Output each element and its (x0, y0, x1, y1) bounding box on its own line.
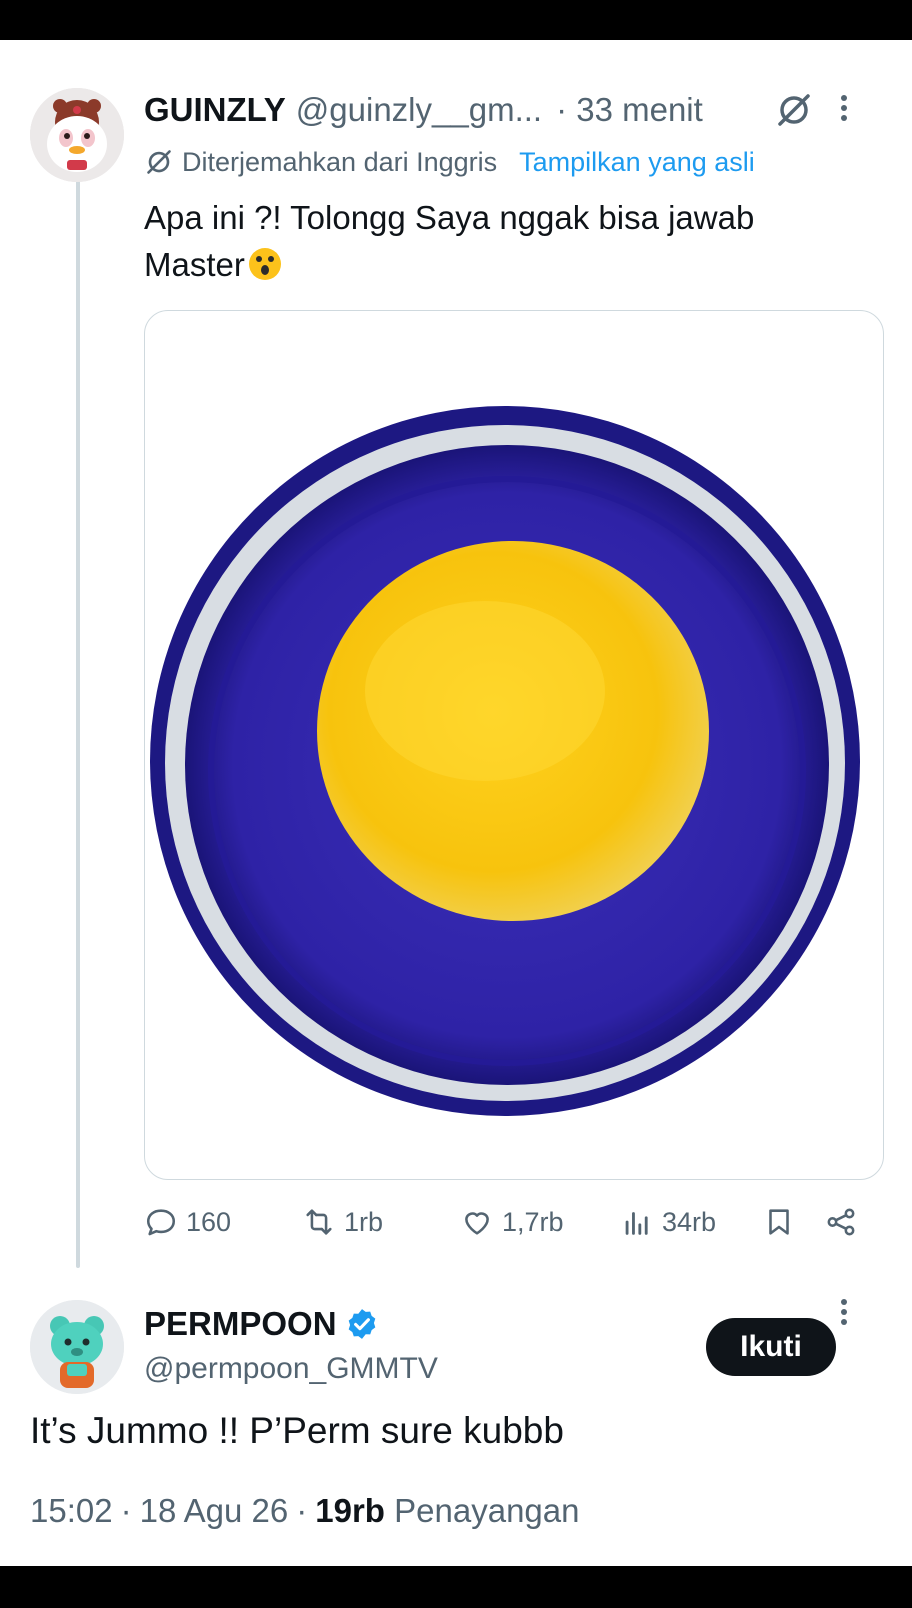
navigation-bar (0, 1566, 912, 1608)
reply-icon (146, 1209, 176, 1236)
views-count: 34rb (662, 1206, 717, 1237)
tweet-text-line-2: Master (144, 241, 884, 288)
tweet-text: Apa ini ?! Tolongg Saya nggak bisa jawab… (144, 194, 884, 288)
share-button[interactable] (824, 1200, 858, 1244)
reply-views-count[interactable]: 19rb (315, 1492, 385, 1529)
tweet-actions: 160 1rb 1,7rb 34rb (144, 1200, 884, 1244)
reply-button[interactable]: 160 (144, 1200, 231, 1244)
reply-header: PERMPOON (144, 1302, 379, 1346)
translation-row: Diterjemahkan dari Inggris Tampilkan yan… (144, 144, 755, 180)
reply-meta: 15:02 · 18 Agu 26 · 19rb Penayangan (30, 1492, 580, 1529)
repost-icon (306, 1209, 332, 1235)
grok-icon[interactable] (774, 90, 814, 130)
bookmark-button[interactable] (762, 1200, 796, 1244)
reply-author-name[interactable]: PERMPOON (144, 1305, 337, 1343)
like-button[interactable]: 1,7rb (460, 1200, 564, 1244)
reply-count: 160 (186, 1206, 232, 1237)
heart-icon (465, 1212, 489, 1235)
translated-label: Diterjemahkan dari Inggris (182, 146, 498, 177)
show-original-link[interactable]: Tampilkan yang asli (519, 147, 755, 178)
verified-badge-icon (348, 1309, 375, 1339)
tweet-time[interactable]: · 33 menit (556, 91, 703, 129)
reply-time[interactable]: 15:02 (30, 1492, 113, 1529)
avatar[interactable] (30, 88, 124, 182)
share-icon (827, 1208, 855, 1236)
analytics-icon (625, 1212, 648, 1235)
reply-more-options-icon[interactable] (838, 1296, 850, 1332)
plate-icon (150, 406, 860, 1116)
views-button[interactable]: 34rb (620, 1200, 716, 1244)
follow-button[interactable]: Ikuti (706, 1318, 836, 1376)
thread-connector-line (76, 178, 80, 1268)
translate-icon (147, 150, 171, 174)
author-handle[interactable]: @guinzly__gm... (296, 91, 542, 129)
status-bar (0, 0, 912, 40)
repost-count: 1rb (344, 1206, 384, 1237)
tweet-text-line-1: Apa ini ?! Tolongg Saya nggak bisa jawab (144, 199, 755, 236)
avatar[interactable] (30, 1300, 124, 1394)
astonished-face-emoji-icon (248, 248, 281, 280)
tweet-header: GUINZLY @guinzly__gm... · 33 menit (144, 88, 703, 132)
like-count: 1,7rb (502, 1206, 564, 1237)
reply-author-handle[interactable]: @permpoon_GMMTV (144, 1352, 438, 1386)
avatar-guinzly-icon (30, 88, 124, 182)
more-options-icon[interactable] (838, 92, 850, 128)
repost-button[interactable]: 1rb (302, 1200, 383, 1244)
author-name[interactable]: GUINZLY (144, 91, 286, 129)
reply-date[interactable]: 18 Agu 26 (140, 1492, 289, 1529)
reply-text: It’s Jummo !! P’Perm sure kubbb (30, 1410, 564, 1451)
bookmark-icon (769, 1209, 789, 1235)
tweet-text-line-2-text: Master (144, 246, 245, 283)
avatar-permpoon-icon (30, 1300, 124, 1394)
reply-views-label[interactable]: Penayangan (394, 1492, 579, 1529)
tweet-media-image[interactable] (144, 310, 884, 1180)
